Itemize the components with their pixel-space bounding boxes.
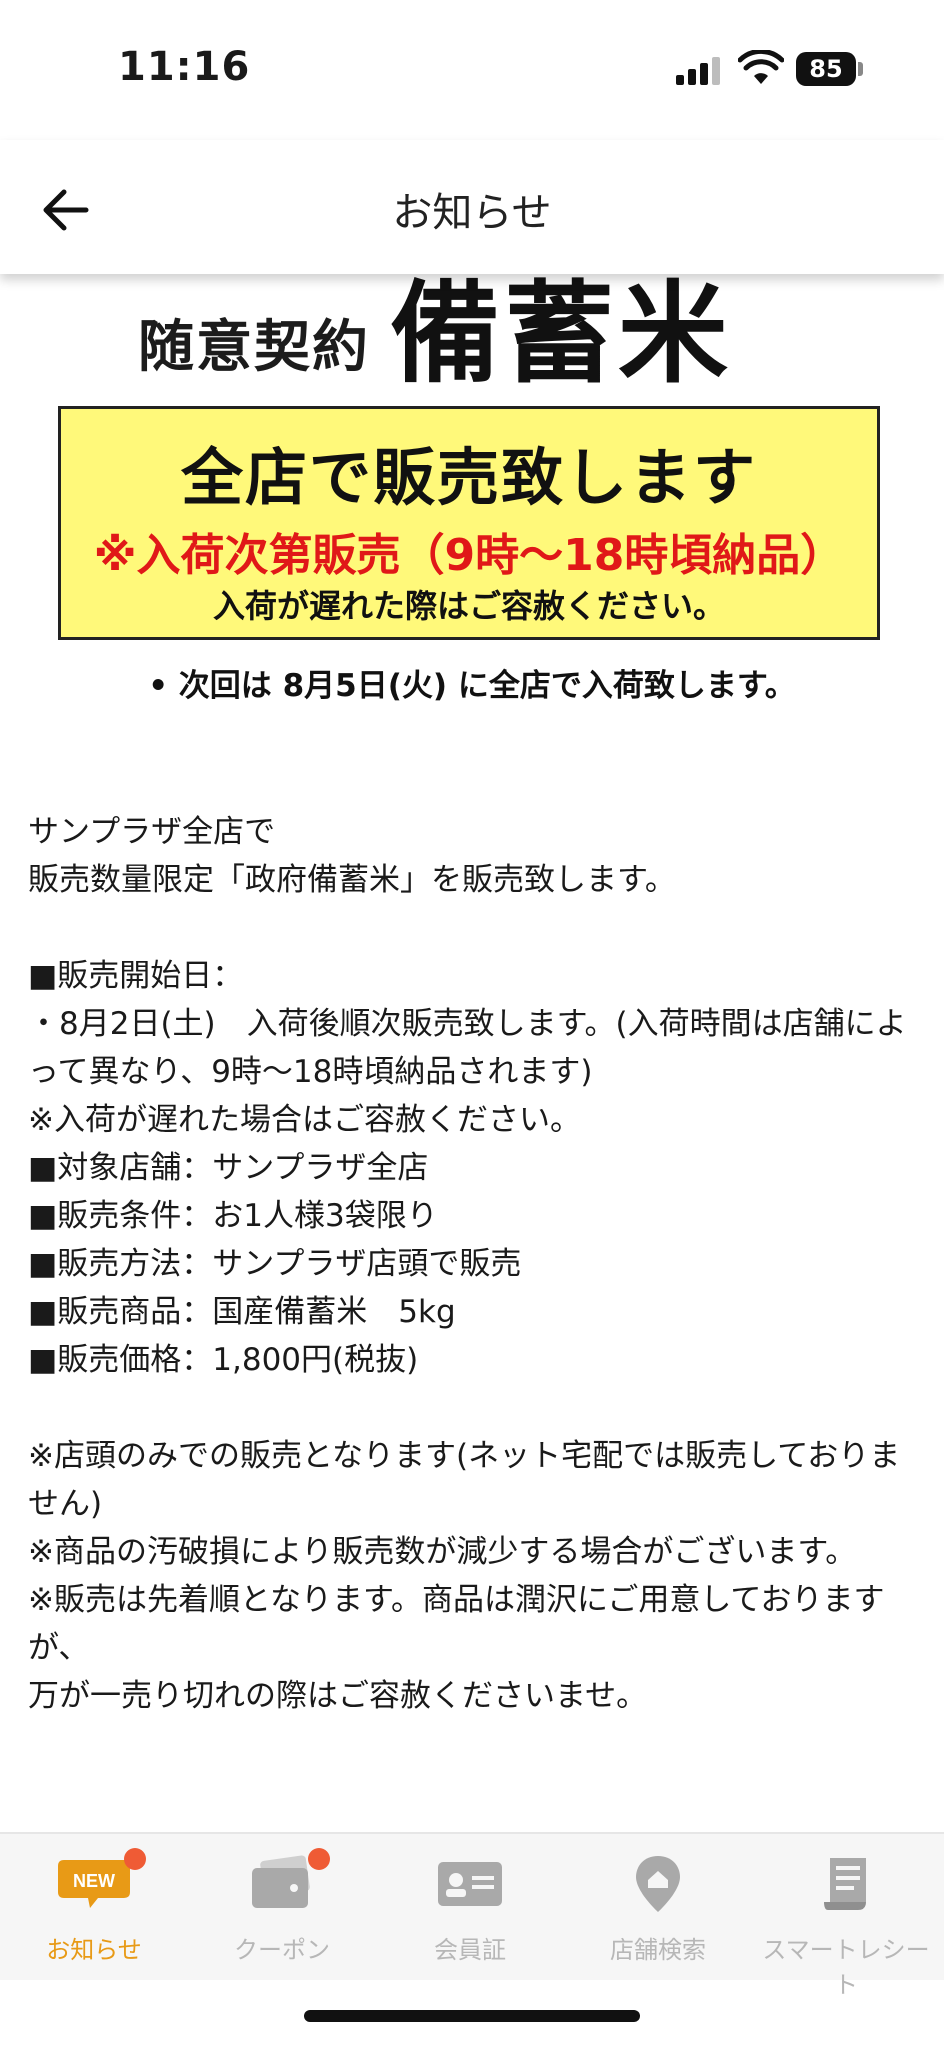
body-line: ■販売条件：お1人様3袋限り [28, 1198, 438, 1234]
receipt-icon [824, 1858, 866, 1910]
body-line: ※商品の汚破損により販売数が減少する場合がございます。 [28, 1534, 857, 1570]
status-bar: 11:16 85 [0, 0, 944, 140]
body-line: 万が一売り切れの際はご容赦くださいませ。 [28, 1678, 648, 1714]
body-line: ■販売方法：サンプラザ店頭で販売 [28, 1246, 522, 1282]
tab-member-card[interactable]: 会員証 [376, 1834, 564, 1980]
battery-tip [858, 62, 863, 76]
banner-next-arrival: • 次回は 8月5日(火) に全店で入荷致します。 [148, 668, 796, 704]
banner-line2: ※入荷次第販売（9時〜18時頃納品） [93, 530, 845, 581]
banner-prefix: 随意契約 [138, 315, 370, 380]
body-line: ※販売は先着順となります。商品は潤沢にご用意しておりますが、 [28, 1582, 885, 1666]
notification-dot [124, 1848, 146, 1870]
bottom-tab-bar: NEW お知らせ クーポン 会員証 店舗検索 スマートレシート [0, 1832, 944, 1999]
banner-headline: 備蓄米 [390, 270, 732, 398]
banner-yellow-box: 全店で販売致します ※入荷次第販売（9時〜18時頃納品） 入荷が遅れた際はご容赦… [58, 406, 880, 640]
tab-label: お知らせ [46, 1936, 142, 1964]
body-line: サンプラザ全店で [28, 814, 276, 850]
member-card-icon [438, 1862, 502, 1906]
tab-coupon[interactable]: クーポン [188, 1834, 376, 1980]
page-title: お知らせ [392, 190, 552, 236]
tab-label: 会員証 [434, 1936, 506, 1964]
signal-icon [676, 55, 722, 85]
battery-icon: 85 [796, 52, 856, 86]
tab-news[interactable]: NEW お知らせ [0, 1834, 188, 1980]
tab-label: 店舗検索 [610, 1936, 706, 1964]
notice-body: サンプラザ全店で 販売数量限定「政府備蓄米」を販売致します。 ■販売開始日： ・… [28, 808, 918, 1720]
banner-headline-row: 随意契約 備蓄米 [0, 274, 944, 394]
body-line: ■販売価格：1,800円(税抜) [28, 1342, 419, 1378]
body-line: ※入荷が遅れた場合はご容赦ください。 [28, 1102, 581, 1138]
tab-label: スマートレシート [762, 1936, 930, 1999]
body-line: ※店頭のみでの販売となります(ネット宅配では販売しておりません) [28, 1438, 901, 1522]
tab-store-search[interactable]: 店舗検索 [564, 1834, 752, 1980]
new-badge-text: NEW [73, 1871, 115, 1891]
wifi-icon [738, 50, 784, 84]
body-line: ■販売商品：国産備蓄米 5kg [28, 1294, 456, 1330]
tab-smart-receipt[interactable]: スマートレシート [752, 1834, 940, 1999]
home-indicator [304, 2010, 640, 2022]
body-line: 販売数量限定「政府備蓄米」を販売致します。 [28, 862, 676, 898]
status-time: 11:16 [118, 44, 251, 90]
body-line [28, 1384, 918, 1432]
body-line: ■販売開始日： [28, 958, 244, 994]
banner-line1: 全店で販売致します [180, 441, 757, 514]
notice-banner-image: 随意契約 備蓄米 全店で販売致します ※入荷次第販売（9時〜18時頃納品） 入荷… [0, 274, 944, 734]
body-line: ■対象店舗：サンプラザ全店 [28, 1150, 429, 1186]
tab-label: クーポン [234, 1936, 330, 1964]
new-badge-icon: NEW [58, 1860, 130, 1908]
nav-header: お知らせ [0, 140, 944, 274]
body-line [28, 904, 918, 952]
notification-dot [308, 1848, 330, 1870]
banner-line3: 入荷が遅れた際はご容赦ください。 [212, 587, 725, 625]
store-pin-icon [636, 1856, 680, 1912]
body-line: ・8月2日(土) 入荷後順次販売致します。(入荷時間は店舗によって異なり、9時〜… [28, 1006, 907, 1090]
